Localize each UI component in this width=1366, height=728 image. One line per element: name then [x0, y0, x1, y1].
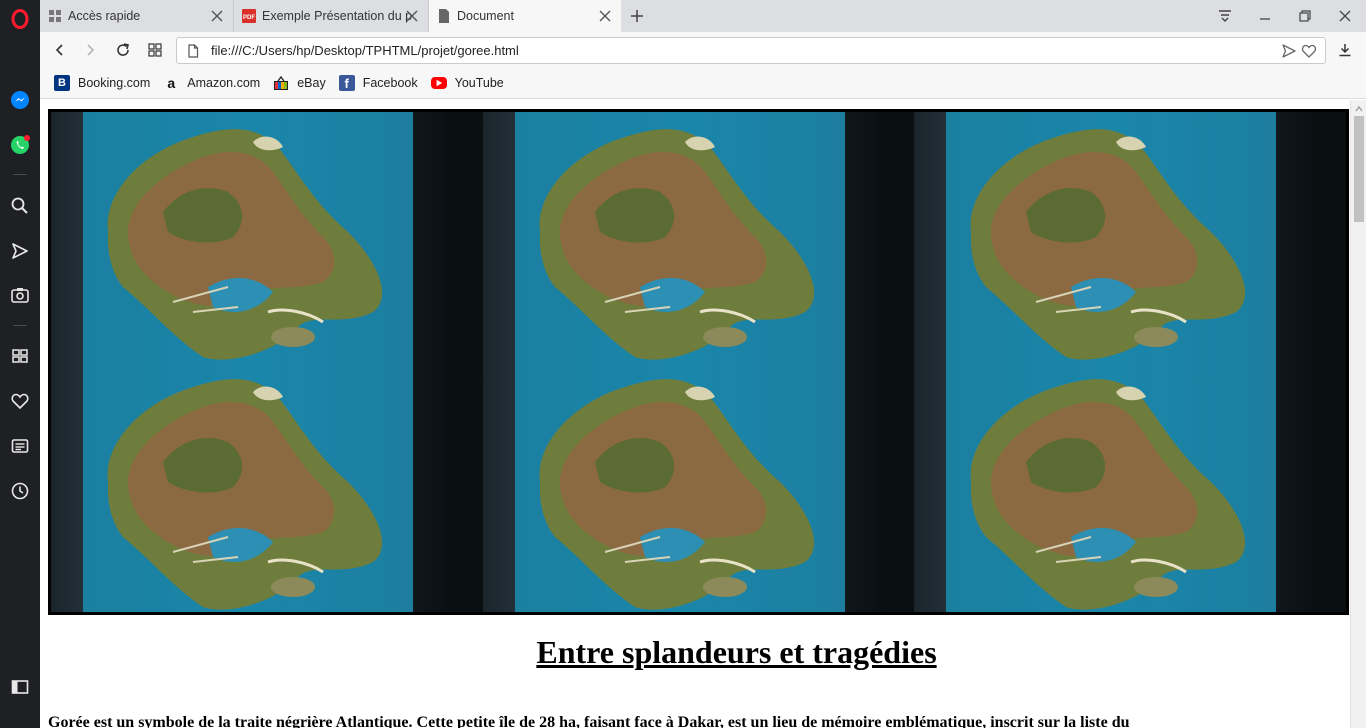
tab-menu-icon[interactable]	[1214, 6, 1236, 26]
tab-document[interactable]: Document	[429, 0, 621, 32]
close-icon[interactable]	[209, 8, 225, 24]
ebay-icon	[273, 75, 289, 91]
document-icon	[437, 9, 451, 23]
scroll-up-arrow-icon[interactable]	[1355, 102, 1363, 112]
tab-speed-dial[interactable]: Accès rapide	[40, 0, 234, 32]
goree-island-photo	[51, 362, 483, 612]
bookmark-amazon[interactable]: a Amazon.com	[163, 75, 260, 91]
minimize-button[interactable]	[1254, 6, 1276, 26]
back-button[interactable]	[50, 40, 70, 60]
goree-island-photo	[51, 112, 483, 362]
goree-island-photo	[914, 112, 1346, 362]
bookmark-label: Booking.com	[78, 76, 151, 90]
goree-banner-image	[48, 109, 1349, 615]
address-bar: file:///C:/Users/hp/Desktop/TPHTML/proje…	[40, 32, 1366, 68]
sidebar-divider	[13, 174, 27, 175]
youtube-icon	[430, 77, 447, 89]
bookmark-ebay[interactable]: eBay	[273, 75, 326, 91]
sidebar-divider	[13, 325, 27, 326]
forward-button[interactable]	[80, 40, 100, 60]
messenger-icon[interactable]	[9, 89, 31, 111]
goree-island-photo	[914, 362, 1346, 612]
booking-icon: B	[54, 75, 70, 91]
bookmark-heart-icon[interactable]	[1301, 43, 1317, 59]
opera-logo-icon[interactable]	[9, 8, 31, 30]
goree-island-photo	[482, 362, 915, 612]
speed-dial-icon[interactable]	[9, 345, 31, 367]
page-heading: Entre splandeurs et tragédies	[536, 634, 937, 670]
bookmark-label: eBay	[297, 76, 326, 90]
svg-text:PDF: PDF	[243, 15, 255, 21]
page-paragraph: Gorée est un symbole de la traite négriè…	[48, 714, 1130, 728]
whatsapp-icon[interactable]	[9, 134, 31, 156]
bookmark-youtube[interactable]: YouTube	[430, 76, 504, 90]
close-icon[interactable]	[597, 8, 613, 24]
bookmarks-bar: B Booking.com a Amazon.com eBay f Facebo…	[40, 68, 1366, 99]
heart-icon[interactable]	[9, 390, 31, 412]
new-tab-button[interactable]	[627, 6, 647, 26]
url-text: file:///C:/Users/hp/Desktop/TPHTML/proje…	[211, 43, 519, 58]
facebook-icon: f	[338, 75, 355, 91]
tab-pdf[interactable]: PDF Exemple Présentation du p	[234, 0, 429, 32]
grid-icon	[48, 9, 62, 23]
bookmark-label: Facebook	[362, 76, 418, 90]
bookmark-facebook[interactable]: f Facebook	[338, 75, 418, 91]
reload-button[interactable]	[113, 40, 133, 60]
scrollbar-thumb[interactable]	[1354, 116, 1364, 222]
downloads-icon[interactable]	[1335, 40, 1355, 60]
vertical-scrollbar[interactable]	[1350, 100, 1366, 728]
close-window-button[interactable]	[1334, 6, 1356, 26]
send-page-icon[interactable]	[1281, 43, 1297, 59]
news-icon[interactable]	[9, 435, 31, 457]
goree-island-photo	[482, 112, 915, 362]
tab-strip: Accès rapide PDF Exemple Présentation du…	[40, 0, 1366, 32]
page-icon	[185, 43, 201, 59]
speed-dial-button[interactable]	[145, 40, 165, 60]
sidebar-toggle-icon[interactable]	[9, 676, 31, 698]
bookmark-label: YouTube	[454, 76, 504, 90]
restore-button[interactable]	[1294, 6, 1316, 26]
bookmark-label: Amazon.com	[187, 76, 261, 90]
pdf-icon: PDF	[242, 9, 256, 23]
amazon-icon: a	[167, 75, 176, 91]
opera-sidebar	[0, 0, 40, 728]
bookmark-booking[interactable]: B Booking.com	[54, 75, 150, 91]
page-viewport: Entre splandeurs et tragédies Gorée est …	[40, 100, 1350, 728]
search-icon[interactable]	[9, 195, 31, 217]
send-icon[interactable]	[9, 240, 31, 262]
close-icon[interactable]	[404, 8, 420, 24]
camera-icon[interactable]	[9, 284, 31, 306]
url-field[interactable]: file:///C:/Users/hp/Desktop/TPHTML/proje…	[176, 37, 1326, 64]
history-icon[interactable]	[9, 480, 31, 502]
